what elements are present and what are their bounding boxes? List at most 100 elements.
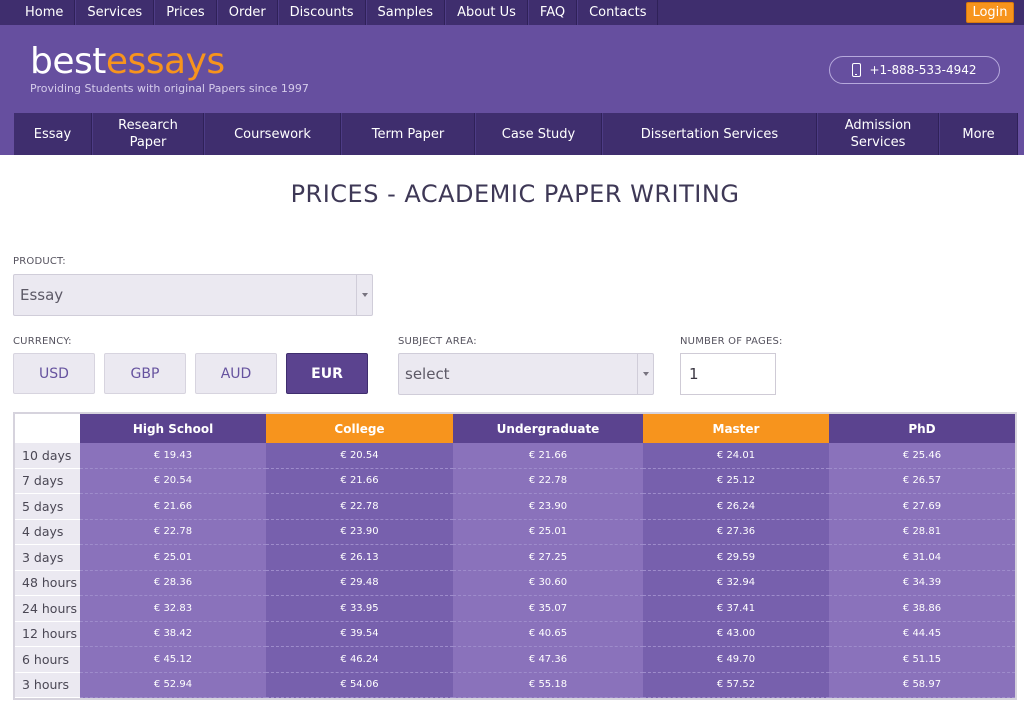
- price-cell[interactable]: € 21.66: [266, 468, 453, 494]
- nav-faq[interactable]: FAQ: [527, 0, 578, 25]
- price-cell[interactable]: € 28.81: [829, 519, 1015, 545]
- subject-area-select[interactable]: select: [398, 353, 654, 395]
- price-cell[interactable]: € 24.01: [643, 443, 829, 469]
- price-cell[interactable]: € 47.36: [453, 647, 643, 673]
- price-cell[interactable]: € 58.97: [829, 672, 1015, 698]
- price-cell[interactable]: € 25.12: [643, 468, 829, 494]
- price-cell[interactable]: € 37.41: [643, 596, 829, 622]
- column-header-phd: PhD: [829, 414, 1015, 443]
- price-cell[interactable]: € 34.39: [829, 570, 1015, 596]
- price-cell[interactable]: € 21.66: [453, 443, 643, 469]
- price-cell[interactable]: € 19.43: [80, 443, 266, 469]
- product-select-value: Essay: [20, 286, 64, 304]
- price-cell[interactable]: € 57.52: [643, 672, 829, 698]
- product-label: PRODUCT:: [13, 256, 66, 267]
- price-cell[interactable]: € 22.78: [266, 494, 453, 520]
- category-nav: Essay Research Paper Coursework Term Pap…: [14, 113, 1018, 155]
- price-cell[interactable]: € 27.36: [643, 519, 829, 545]
- logo[interactable]: bestessays: [30, 40, 225, 84]
- price-cell[interactable]: € 28.36: [80, 570, 266, 596]
- category-term-paper[interactable]: Term Paper: [341, 113, 475, 155]
- category-research-paper[interactable]: Research Paper: [92, 113, 204, 155]
- nav-order[interactable]: Order: [216, 0, 278, 25]
- price-cell[interactable]: € 40.65: [453, 621, 643, 647]
- price-cell[interactable]: € 38.86: [829, 596, 1015, 622]
- nav-contacts[interactable]: Contacts: [577, 0, 659, 25]
- price-cell[interactable]: € 46.24: [266, 647, 453, 673]
- deadline-label: 5 days: [15, 494, 80, 520]
- category-dissertation-services[interactable]: Dissertation Services: [602, 113, 817, 155]
- top-navbar: Home Services Prices Order Discounts Sam…: [0, 0, 1024, 25]
- phone-number: +1-888-533-4942: [869, 63, 977, 77]
- nav-prices[interactable]: Prices: [154, 0, 217, 25]
- price-cell[interactable]: € 26.24: [643, 494, 829, 520]
- column-header-master: Master: [643, 414, 829, 443]
- product-select-arrow[interactable]: [356, 275, 372, 315]
- nav-home[interactable]: Home: [14, 0, 76, 25]
- price-cell[interactable]: € 29.48: [266, 570, 453, 596]
- category-more[interactable]: More: [939, 113, 1018, 155]
- price-cell[interactable]: € 27.25: [453, 545, 643, 571]
- price-cell[interactable]: € 30.60: [453, 570, 643, 596]
- price-cell[interactable]: € 29.59: [643, 545, 829, 571]
- price-cell[interactable]: € 32.94: [643, 570, 829, 596]
- price-cell[interactable]: € 38.42: [80, 621, 266, 647]
- price-cell[interactable]: € 25.01: [80, 545, 266, 571]
- currency-label: CURRENCY:: [13, 336, 72, 347]
- price-cell[interactable]: € 44.45: [829, 621, 1015, 647]
- phone-button[interactable]: +1-888-533-4942: [829, 56, 1000, 84]
- nav-services[interactable]: Services: [75, 0, 155, 25]
- price-cell[interactable]: € 23.90: [266, 519, 453, 545]
- deadline-label: 3 days: [15, 545, 80, 571]
- subject-area-select-arrow[interactable]: [637, 354, 653, 394]
- currency-gbp-button[interactable]: GBP: [104, 353, 186, 394]
- price-cell[interactable]: € 45.12: [80, 647, 266, 673]
- price-cell[interactable]: € 26.13: [266, 545, 453, 571]
- deadline-label: 48 hours: [15, 570, 80, 596]
- price-cell[interactable]: € 20.54: [266, 443, 453, 469]
- category-coursework[interactable]: Coursework: [204, 113, 341, 155]
- login-button[interactable]: Login: [966, 2, 1014, 23]
- category-essay[interactable]: Essay: [14, 113, 92, 155]
- price-cell[interactable]: € 22.78: [453, 468, 643, 494]
- price-cell[interactable]: € 52.94: [80, 672, 266, 698]
- price-cell[interactable]: € 39.54: [266, 621, 453, 647]
- page-title: PRICES - ACADEMIC PAPER WRITING: [290, 180, 740, 208]
- price-cell[interactable]: € 26.57: [829, 468, 1015, 494]
- column-header-college: College: [266, 414, 453, 443]
- price-cell[interactable]: € 21.66: [80, 494, 266, 520]
- currency-usd-button[interactable]: USD: [13, 353, 95, 394]
- subject-area-label: SUBJECT AREA:: [398, 336, 477, 347]
- price-cell[interactable]: € 31.04: [829, 545, 1015, 571]
- nav-samples[interactable]: Samples: [365, 0, 446, 25]
- currency-aud-button[interactable]: AUD: [195, 353, 277, 394]
- price-cell[interactable]: € 22.78: [80, 519, 266, 545]
- deadline-label: 3 hours: [15, 672, 80, 698]
- price-cell[interactable]: € 23.90: [453, 494, 643, 520]
- currency-eur-button[interactable]: EUR: [286, 353, 368, 394]
- logo-best: best: [30, 41, 106, 82]
- product-select[interactable]: Essay: [13, 274, 373, 316]
- number-of-pages-input[interactable]: 1: [680, 353, 776, 395]
- price-cell[interactable]: € 49.70: [643, 647, 829, 673]
- price-cell[interactable]: € 32.83: [80, 596, 266, 622]
- category-case-study[interactable]: Case Study: [475, 113, 602, 155]
- number-of-pages-label: NUMBER OF PAGES:: [680, 336, 783, 347]
- price-cell[interactable]: € 54.06: [266, 672, 453, 698]
- nav-discounts[interactable]: Discounts: [277, 0, 366, 25]
- price-cell[interactable]: € 33.95: [266, 596, 453, 622]
- nav-about-us[interactable]: About Us: [445, 0, 528, 25]
- price-cell[interactable]: € 25.01: [453, 519, 643, 545]
- category-admission-services[interactable]: Admission Services: [817, 113, 939, 155]
- price-cell[interactable]: € 55.18: [453, 672, 643, 698]
- price-cell[interactable]: € 27.69: [829, 494, 1015, 520]
- price-cell[interactable]: € 43.00: [643, 621, 829, 647]
- price-cell[interactable]: € 25.46: [829, 443, 1015, 469]
- price-table: High School College Undergraduate Master…: [13, 412, 1017, 700]
- price-cell[interactable]: € 35.07: [453, 596, 643, 622]
- logo-essays: essays: [105, 41, 225, 82]
- deadline-label: 4 days: [15, 519, 80, 545]
- deadline-label: 12 hours: [15, 621, 80, 647]
- price-cell[interactable]: € 51.15: [829, 647, 1015, 673]
- price-cell[interactable]: € 20.54: [80, 468, 266, 494]
